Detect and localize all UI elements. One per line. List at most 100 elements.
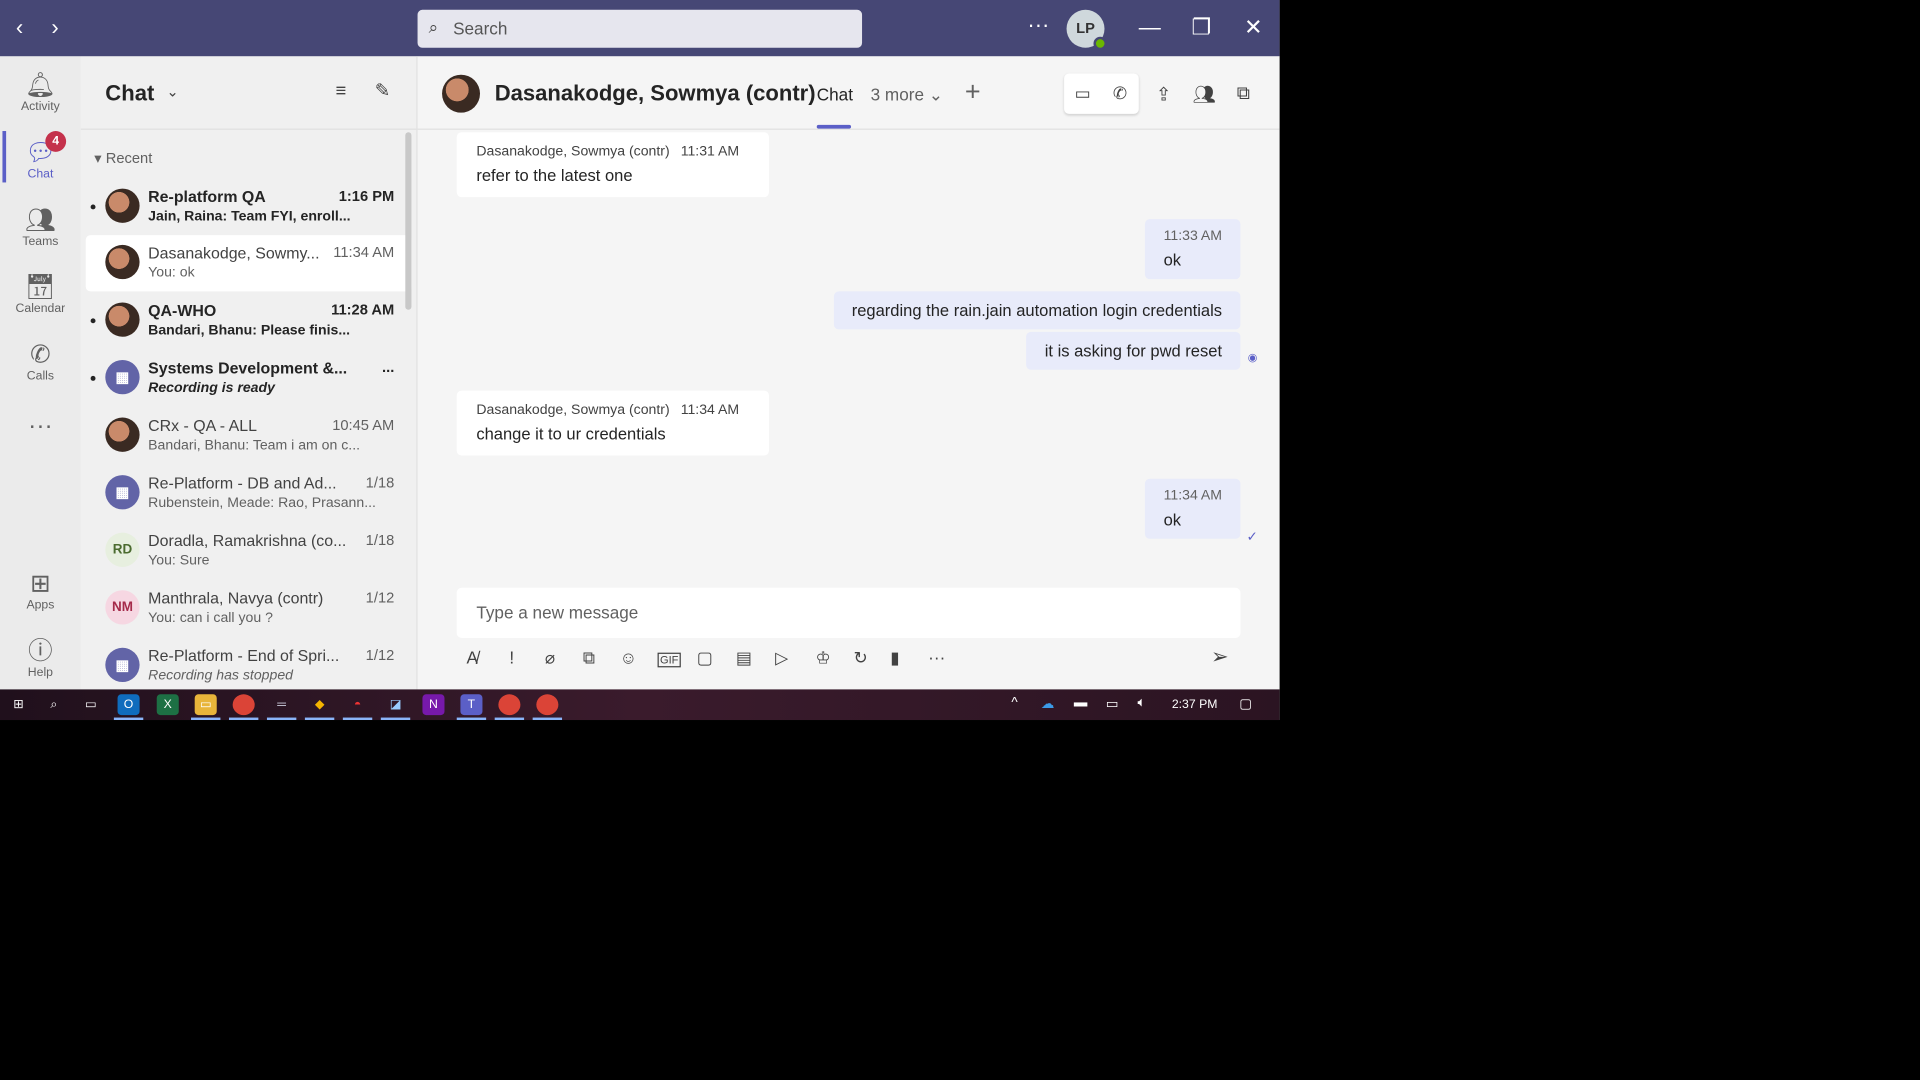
- video-call-icon[interactable]: ▭: [1064, 73, 1101, 113]
- file-explorer-icon[interactable]: ▭: [191, 694, 221, 721]
- attach-icon[interactable]: ⌀: [545, 648, 555, 669]
- battery-icon[interactable]: ▬: [1074, 696, 1087, 711]
- emoji-icon[interactable]: ☺: [620, 648, 638, 668]
- avatar: [105, 244, 140, 280]
- taskbar-search-icon[interactable]: ⌕: [43, 694, 65, 715]
- chat-list-item[interactable]: Re-platform QA 1:16 PM Jain, Raina: Team F…: [86, 179, 412, 235]
- chat-name: Re-platform QA: [148, 187, 266, 206]
- more-options-icon[interactable]: ...: [382, 359, 394, 376]
- volume-icon[interactable]: 🔈︎: [1138, 696, 1146, 712]
- app-icon[interactable]: ◆: [304, 694, 335, 721]
- timestamp: 11:34 AM: [680, 402, 740, 418]
- message-input[interactable]: Type a new message: [456, 587, 1241, 638]
- outlook-icon[interactable]: O: [113, 694, 144, 721]
- chat-time: 1/12: [365, 646, 395, 664]
- rail-help[interactable]: ⓘ Help: [0, 637, 81, 680]
- chrome-icon[interactable]: [228, 694, 259, 721]
- phone-icon: ✆: [30, 341, 51, 369]
- avatar: RD: [105, 532, 140, 567]
- gif-icon[interactable]: GIF: [657, 652, 681, 668]
- chat-name: Dasanakodge, Sowmy...: [148, 243, 320, 263]
- add-people-icon[interactable]: 👥︎: [1193, 83, 1216, 105]
- onedrive-icon[interactable]: ☁: [1041, 696, 1054, 712]
- app-icon[interactable]: ═: [266, 694, 297, 721]
- peer-avatar: [442, 74, 481, 113]
- chat-list-item[interactable]: ▦ Systems Development &...... Recording is…: [86, 350, 412, 406]
- search-input[interactable]: ⌕ Search: [417, 9, 863, 48]
- rail-chat[interactable]: 💬︎ 4 Chat: [0, 131, 81, 183]
- loop-icon[interactable]: ⧉: [583, 648, 595, 669]
- send-icon[interactable]: ➢: [1211, 645, 1228, 669]
- app-icon[interactable]: ◪: [380, 694, 411, 721]
- chat-list-item[interactable]: ▦ Re-Platform - End of Spri... 1/12 Recordi…: [86, 638, 412, 694]
- schedule-meeting-icon[interactable]: ▤: [736, 648, 752, 669]
- chat-list-title[interactable]: Chat: [105, 81, 154, 107]
- more-options-icon[interactable]: ···: [1027, 12, 1049, 38]
- tab-chat[interactable]: Chat: [816, 84, 853, 129]
- excel-icon[interactable]: X: [156, 694, 179, 716]
- chat-name: Doradla, Ramakrishna (co...: [148, 531, 347, 550]
- tray-chevron-icon[interactable]: ^: [1011, 696, 1017, 711]
- add-tab-icon[interactable]: +: [965, 76, 981, 108]
- rail-calendar[interactable]: 📅︎ Calendar: [0, 273, 81, 316]
- rail-apps[interactable]: ⊞ Apps: [0, 569, 81, 613]
- taskbar-clock[interactable]: 2:37 PM: [1172, 698, 1218, 711]
- user-avatar[interactable]: LP: [1066, 9, 1107, 51]
- tab-more[interactable]: 3 more ⌄: [871, 84, 943, 105]
- message-text: it is asking for pwd reset: [1044, 341, 1223, 361]
- forward-icon[interactable]: ›: [51, 15, 58, 41]
- praise-icon[interactable]: ♔: [816, 648, 831, 669]
- app-icon[interactable]: ▮: [890, 648, 899, 669]
- calendar-icon: 📅︎: [24, 274, 56, 302]
- task-view-icon[interactable]: ▭: [80, 694, 102, 715]
- network-icon[interactable]: ▭: [1106, 696, 1119, 712]
- new-chat-icon[interactable]: ✎: [375, 80, 390, 102]
- chat-list-item[interactable]: CRx - QA - ALL 10:45 AM Bandari, Bhanu: Te…: [86, 408, 412, 464]
- chrome-icon[interactable]: [494, 694, 525, 721]
- chat-name: Re-Platform - End of Spri...: [148, 646, 340, 665]
- chat-list-item[interactable]: NM Manthrala, Navya (contr) 1/12 You: can i…: [86, 580, 412, 636]
- minimize-icon[interactable]: —: [1139, 15, 1161, 41]
- chat-list-item[interactable]: QA-WHO 11:28 AM Bandari, Bhanu: Please fin…: [86, 293, 412, 349]
- rail-label: Teams: [22, 235, 59, 249]
- audio-call-icon[interactable]: ✆: [1101, 73, 1138, 113]
- more-apps-button[interactable]: ···: [0, 411, 81, 440]
- notifications-icon[interactable]: ▢: [1239, 696, 1252, 712]
- back-icon[interactable]: ‹: [16, 15, 23, 41]
- rail-calls[interactable]: ✆ Calls: [0, 340, 81, 384]
- call-buttons: ▭ ✆: [1064, 73, 1139, 114]
- format-icon[interactable]: A̸: [467, 648, 478, 668]
- filter-icon[interactable]: ≡: [336, 81, 347, 102]
- windows-start-icon[interactable]: ⊞: [7, 694, 29, 715]
- app-icon[interactable]: ◓: [342, 694, 373, 721]
- chat-list-item[interactable]: Dasanakodge, Sowmy... 11:34 AM You: ok: [85, 235, 412, 292]
- more-tools-icon[interactable]: ···: [928, 648, 945, 668]
- chat-name: Manthrala, Navya (contr): [148, 588, 324, 608]
- important-icon[interactable]: !: [509, 648, 514, 668]
- chrome-icon[interactable]: [532, 694, 563, 721]
- chat-list-item[interactable]: ▦ Re-Platform - DB and Ad... 1/18 Rubenstei…: [86, 465, 412, 521]
- stream-icon[interactable]: ▷: [775, 648, 788, 669]
- chat-list-item[interactable]: RD Doradla, Ramakrishna (co... 1/18 You: Su…: [86, 523, 412, 579]
- message-sent: regarding the rain.jain automation login…: [833, 291, 1241, 330]
- rail-teams[interactable]: 👥︎ Teams: [0, 206, 81, 249]
- recent-section-header[interactable]: ▾ Recent: [94, 149, 152, 166]
- avatar-initials: RD: [112, 542, 133, 558]
- pop-out-icon[interactable]: ⧉: [1237, 83, 1250, 104]
- restore-icon[interactable]: ❐: [1191, 15, 1211, 41]
- chat-time: 1:16 PM: [338, 187, 395, 205]
- refresh-icon[interactable]: ↻: [853, 648, 867, 669]
- chat-list-pane: Chat ⌄ ≡ ✎ ▾ Recent Re-platform QA 1:16 P…: [80, 56, 418, 690]
- chat-list-scrollbar[interactable]: [405, 132, 412, 310]
- unread-dot: [90, 318, 96, 324]
- teams-taskbar-icon[interactable]: T: [456, 694, 487, 721]
- user-initials: LP: [1076, 19, 1095, 37]
- sticker-icon[interactable]: ▢: [697, 648, 713, 669]
- chevron-down-icon[interactable]: ⌄: [167, 83, 179, 100]
- share-screen-icon[interactable]: ⇪: [1156, 83, 1171, 105]
- chat-name: QA-WHO: [148, 301, 217, 320]
- close-icon[interactable]: ✕: [1244, 15, 1262, 41]
- rail-activity[interactable]: 🔔︎ Activity: [0, 71, 81, 114]
- avatar: NM: [105, 590, 140, 625]
- onenote-icon[interactable]: N: [422, 694, 445, 716]
